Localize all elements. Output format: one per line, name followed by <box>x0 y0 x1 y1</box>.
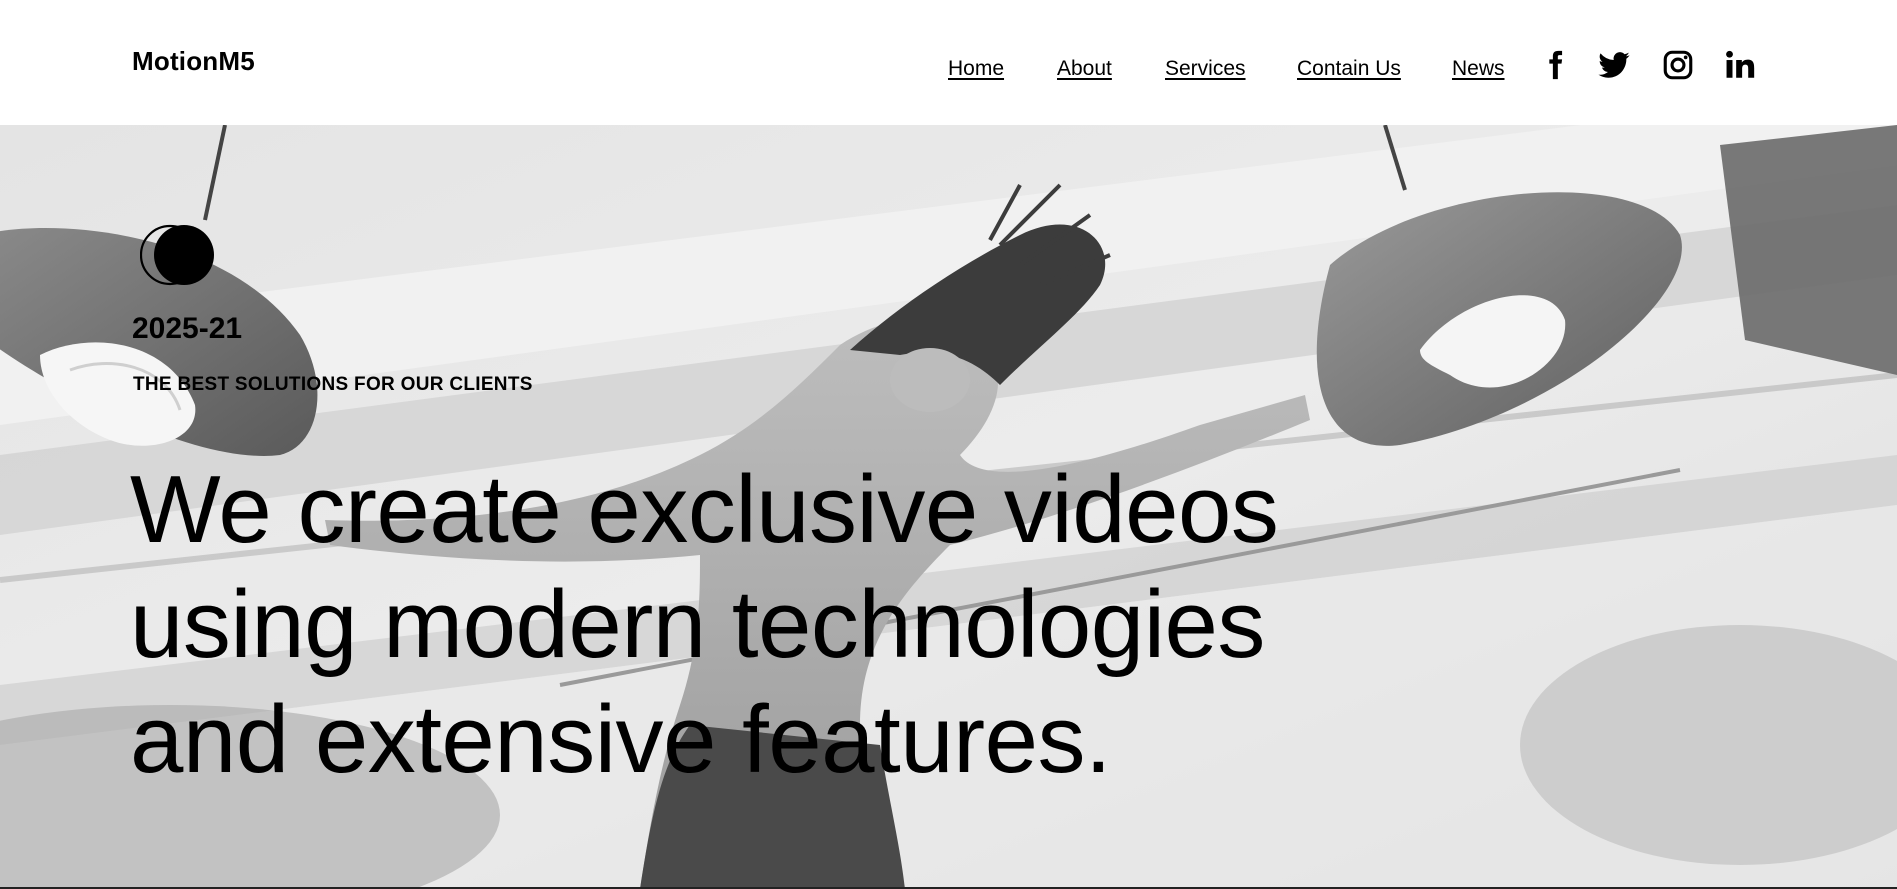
facebook-icon[interactable] <box>1538 48 1572 82</box>
hero-year: 2025-21 <box>132 312 243 345</box>
nav-link-news[interactable]: News <box>1452 57 1505 81</box>
twitter-icon[interactable] <box>1597 48 1631 82</box>
moon-logo-icon <box>140 224 214 286</box>
hero-headline: We create exclusive videos using modern … <box>130 452 1430 797</box>
nav-link-home[interactable]: Home <box>948 57 1004 81</box>
site-logo[interactable]: MotionM5 <box>132 46 255 77</box>
linkedin-icon[interactable] <box>1723 48 1757 82</box>
hero-tagline: THE BEST SOLUTIONS FOR OUR CLIENTS <box>133 374 533 395</box>
nav-link-services[interactable]: Services <box>1165 57 1246 81</box>
instagram-icon[interactable] <box>1661 48 1695 82</box>
site-header: MotionM5 Home About Services Contain Us … <box>0 0 1897 125</box>
hero-headline-line: We create exclusive videos <box>130 456 1279 563</box>
nav-link-about[interactable]: About <box>1057 57 1112 81</box>
hero-headline-line: and extensive features. <box>130 686 1112 793</box>
nav-link-contain-us[interactable]: Contain Us <box>1297 57 1401 81</box>
hero-headline-line: using modern technologies <box>130 571 1265 678</box>
